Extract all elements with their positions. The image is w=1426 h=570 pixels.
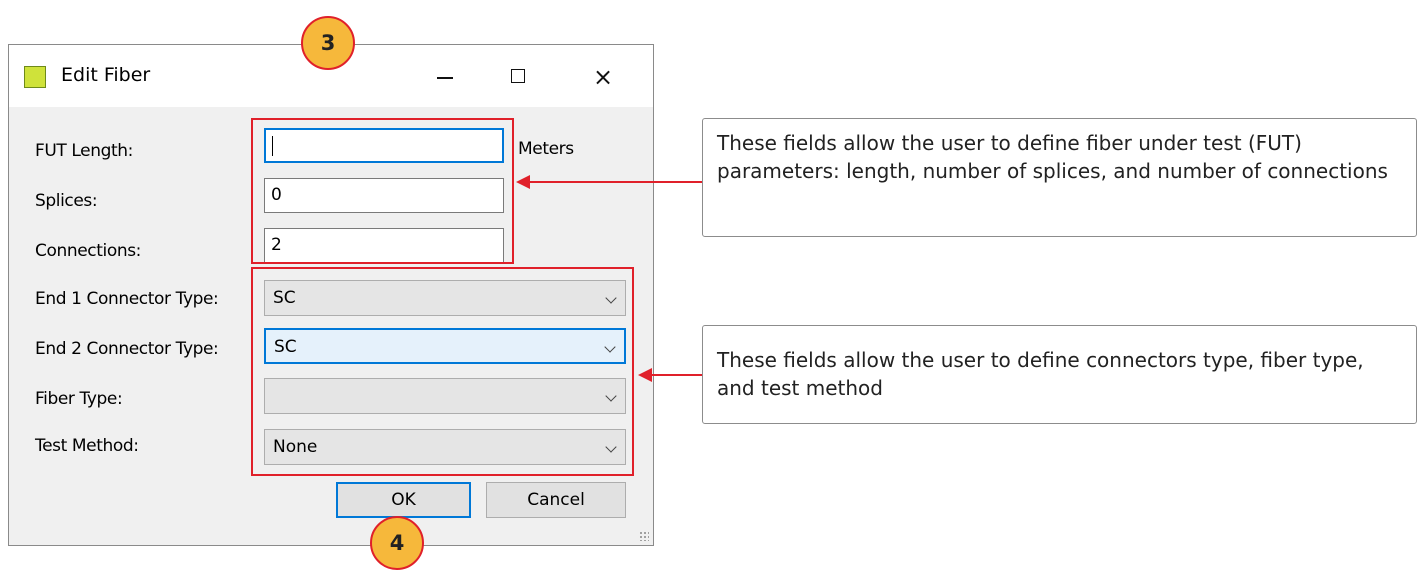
- ok-button[interactable]: OK: [336, 482, 471, 518]
- step-badge-3: 3: [301, 16, 355, 70]
- fiber-type-label: Fiber Type:: [35, 389, 123, 409]
- connections-label: Connections:: [35, 241, 141, 261]
- fut-fields-callout-text: These fields allow the user to define fi…: [717, 131, 1388, 183]
- resize-grip[interactable]: [639, 531, 649, 541]
- fut-length-unit: Meters: [518, 139, 574, 159]
- window-title: Edit Fiber: [61, 64, 151, 86]
- close-button[interactable]: ×: [580, 59, 626, 95]
- maximize-button[interactable]: [495, 59, 541, 95]
- end2-connector-label: End 2 Connector Type:: [35, 339, 219, 359]
- app-icon: [24, 66, 46, 88]
- arrow-left-icon: [516, 175, 530, 189]
- cancel-button[interactable]: Cancel: [486, 482, 626, 518]
- connector-fields-callout-text: These fields allow the user to define co…: [717, 348, 1364, 400]
- fut-fields-highlight: [251, 118, 514, 264]
- test-method-label: Test Method:: [35, 436, 139, 456]
- connector-fields-highlight: [251, 267, 634, 476]
- step-badge-4: 4: [370, 516, 424, 570]
- arrow-left-icon: [638, 368, 652, 382]
- connector-fields-callout: These fields allow the user to define co…: [702, 325, 1417, 424]
- splices-label: Splices:: [35, 191, 98, 211]
- callout-arrow-line: [528, 181, 702, 183]
- minimize-button[interactable]: [421, 59, 467, 95]
- end1-connector-label: End 1 Connector Type:: [35, 289, 219, 309]
- fut-length-label: FUT Length:: [35, 141, 133, 161]
- callout-arrow-line: [650, 374, 702, 376]
- fut-fields-callout: These fields allow the user to define fi…: [702, 118, 1417, 237]
